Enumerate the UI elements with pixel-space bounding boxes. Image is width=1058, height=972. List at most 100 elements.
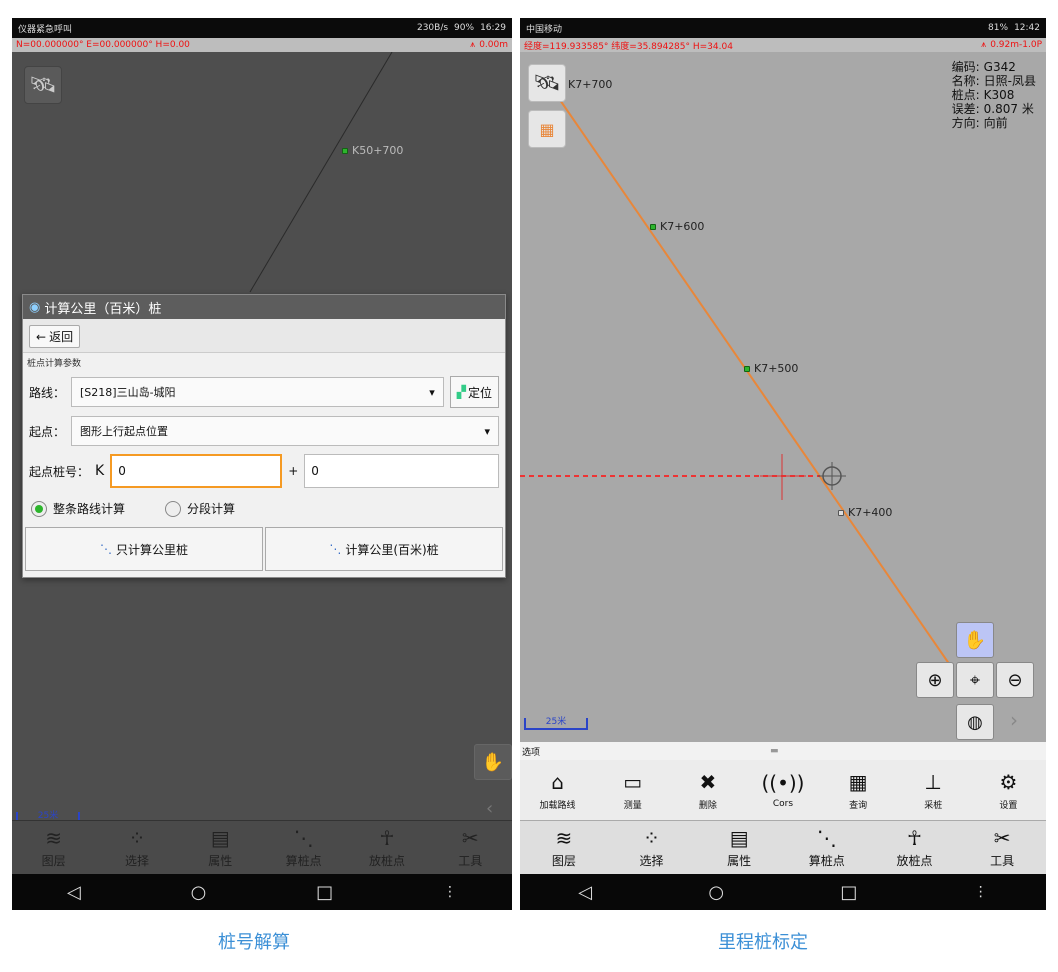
route-label: 路线：	[29, 385, 66, 400]
gps-accuracy: 0.00m	[479, 40, 508, 50]
tool-label: 设置	[999, 800, 1018, 811]
settings-icon: ⚙	[999, 769, 1018, 794]
nav-home-icon[interactable]: ○	[708, 882, 724, 903]
stake-marker[interactable]: K7+600	[650, 220, 704, 233]
back-button[interactable]: ← 返回	[29, 325, 81, 348]
tool-stakeout[interactable]: ☥ 放桩点	[352, 827, 422, 869]
tool-measure[interactable]: ▭ 测量	[603, 770, 663, 811]
tool-layers[interactable]: ≋ 图层	[529, 827, 599, 869]
android-nav-bar: ◁ ○ □ ⋮	[12, 874, 512, 910]
gps-satellite-button[interactable]: 🛰	[24, 66, 62, 104]
tool-layers[interactable]: ≋ 图层	[19, 827, 89, 869]
pan-hand-button[interactable]: ✋	[956, 622, 994, 658]
km-hm-button[interactable]: ⋱ 计算公里(百米)桩	[265, 527, 503, 571]
plus-value-input[interactable]: 0	[304, 454, 499, 488]
antenna-icon: ⩚	[981, 40, 987, 50]
tool-settings[interactable]: ⚙ 设置	[978, 770, 1038, 811]
tool-compute-stake[interactable]: ⋱ 算桩点	[792, 827, 862, 869]
stake-info-panel: 编码: G342 名称: 日照-凤县 桩点: K308 误差: 0.807 米 方向: 向…	[951, 60, 1036, 130]
stake-label: K7+700	[568, 78, 613, 91]
radio-unselected-icon	[165, 500, 182, 517]
tool-compute-stake[interactable]: ⋱ 算桩点	[269, 827, 339, 869]
center-location-button[interactable]: ⌖	[956, 662, 994, 698]
tool-load-route[interactable]: ⌂ 加载路线	[528, 770, 588, 811]
map-canvas[interactable]: 🛰 K50+700 ✋ ‹ 25米 ◉ 计算公里（百米）桩 ← 返回 桩点计算参…	[12, 52, 512, 910]
tool-properties[interactable]: ▤ 属性	[185, 827, 255, 869]
start-stake-label: 起点桩号：	[29, 464, 90, 479]
radio-whole-route[interactable]: 整条路线计算	[31, 500, 125, 517]
tool-tools[interactable]: ✂ 工具	[435, 827, 505, 869]
nav-menu-icon[interactable]: ⋮	[974, 884, 988, 900]
nav-recent-icon[interactable]: □	[316, 882, 333, 903]
full-extent-button[interactable]: ◍	[956, 704, 994, 740]
delete-icon: ✖	[699, 769, 717, 794]
compute-stake-icon: ⋱	[329, 542, 342, 556]
k-value-input[interactable]: 0	[110, 454, 283, 488]
options-toolbar: ⌂ 加载路线 ▭ 测量 ✖ 删除 ((•)) Cors ▦ 查询 ⊥ 采桩 ⚙ 设置	[520, 760, 1046, 820]
locate-icon: ▞	[456, 385, 466, 399]
tool-properties[interactable]: ▤ 属性	[704, 827, 774, 869]
options-label: 选项	[522, 747, 541, 758]
start-label: 起点：	[29, 424, 66, 439]
properties-icon: ▤	[210, 825, 230, 850]
nav-back-icon[interactable]: ◁	[578, 882, 592, 903]
hand-icon: ✋	[481, 751, 505, 773]
layers-icon: ≋	[555, 825, 573, 850]
start-row: 起点： 图形上行起点位置 ▾	[23, 412, 505, 450]
tool-collect-stake[interactable]: ⊥ 采桩	[903, 770, 963, 811]
k-prefix: K	[95, 463, 105, 479]
tool-delete[interactable]: ✖ 删除	[678, 770, 738, 811]
expand-arrow-button[interactable]: ›	[1010, 708, 1018, 732]
tool-label: 属性	[208, 853, 233, 868]
tool-cors[interactable]: ((•)) Cors	[753, 771, 813, 809]
tool-label: 选择	[639, 853, 664, 868]
km-only-button[interactable]: ⋱ 只计算公里桩	[25, 527, 263, 571]
collect-stake-icon: ⊥	[924, 769, 942, 794]
compute-stake-icon: ⋱	[99, 542, 112, 556]
nav-home-icon[interactable]: ○	[191, 882, 207, 903]
tool-select[interactable]: ⁘ 选择	[616, 827, 686, 869]
android-nav-bar: ◁ ○ □ ⋮	[520, 874, 1046, 910]
locate-button[interactable]: ▞ 定位	[449, 376, 499, 408]
tool-label: 算桩点	[808, 853, 845, 868]
tool-label: 放桩点	[368, 853, 405, 868]
start-select[interactable]: 图形上行起点位置 ▾	[71, 416, 499, 446]
chevron-left-icon: ‹	[486, 798, 494, 819]
options-bar[interactable]: 选项 ▬	[520, 742, 1046, 760]
properties-icon: ▤	[729, 825, 749, 850]
nav-recent-icon[interactable]: □	[840, 882, 857, 903]
grid-icon: ▦	[539, 119, 555, 139]
plus-sign: +	[288, 464, 299, 478]
pan-hand-button[interactable]: ✋	[474, 744, 512, 780]
zoom-in-icon: ⊕	[927, 669, 943, 691]
tool-select[interactable]: ⁘ 选择	[102, 827, 172, 869]
nav-back-icon[interactable]: ◁	[67, 882, 81, 903]
stake-marker[interactable]: K7+400	[838, 506, 892, 519]
tool-stakeout[interactable]: ☥ 放桩点	[879, 827, 949, 869]
stake-label: K50+700	[352, 144, 404, 157]
route-row: 路线： [S218]三山岛-城阳 ▾ ▞ 定位	[23, 372, 505, 412]
dialog-app-icon: ◉	[29, 299, 41, 315]
stake-marker[interactable]: K50+700	[342, 144, 403, 157]
layer-grid-button[interactable]: ▦	[528, 110, 566, 148]
zoom-in-button[interactable]: ⊕	[916, 662, 954, 698]
stake-marker[interactable]: K7+700	[568, 78, 612, 91]
select-icon: ⁘	[643, 825, 660, 850]
select-icon: ⁘	[128, 825, 146, 850]
route-select[interactable]: [S218]三山岛-城阳 ▾	[71, 377, 444, 407]
dialog-title: 计算公里（百米）桩	[44, 301, 162, 317]
tool-query[interactable]: ▦ 查询	[828, 770, 888, 811]
radio-segment[interactable]: 分段计算	[165, 500, 235, 517]
arrow-left-icon: ←	[36, 329, 47, 344]
stake-marker[interactable]: K7+500	[744, 362, 798, 375]
tool-label: 采桩	[924, 800, 943, 811]
gps-satellite-button[interactable]: 🛰	[528, 64, 566, 102]
collapse-arrow-button[interactable]: ‹	[486, 798, 493, 819]
tool-label: 算桩点	[285, 853, 322, 868]
layers-icon: ≋	[45, 825, 63, 850]
main-toolbar: ≋ 图层 ⁘ 选择 ▤ 属性 ⋱ 算桩点 ☥ 放桩点 ✂ 工具	[520, 820, 1046, 874]
zoom-out-button[interactable]: ⊖	[996, 662, 1034, 698]
tool-tools[interactable]: ✂ 工具	[967, 827, 1037, 869]
dropdown-arrow-icon: ▾	[484, 424, 490, 438]
nav-menu-icon[interactable]: ⋮	[443, 884, 457, 900]
